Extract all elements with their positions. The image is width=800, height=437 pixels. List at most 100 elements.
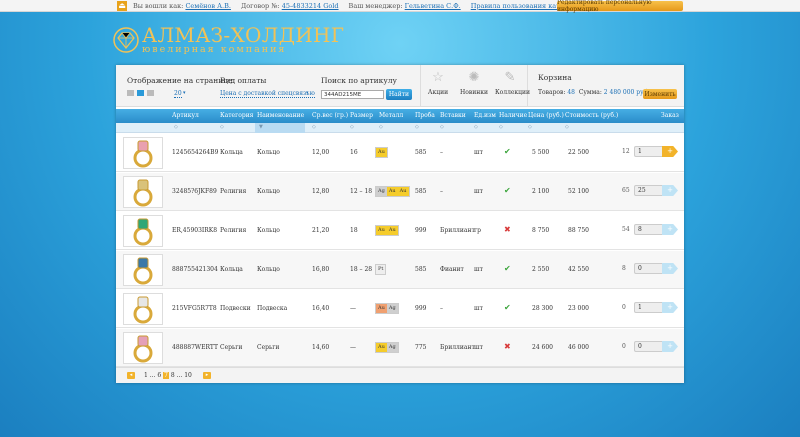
sort-icon[interactable]: ◇	[312, 124, 316, 130]
brand-logo[interactable]: АЛМАЗ-ХОЛДИНГ ювелирная компания	[113, 25, 344, 55]
add-to-cart-icon[interactable]: +	[662, 224, 678, 235]
sort-icon[interactable]: ◇	[440, 124, 444, 130]
order-stepper[interactable]: 12 1 +	[622, 146, 678, 157]
col-article[interactable]: Артикул	[172, 112, 199, 119]
col-unit[interactable]: Ед.изм	[474, 112, 496, 119]
cell-cost: 22 500	[568, 149, 589, 156]
sort-icon[interactable]: ◇	[174, 124, 178, 130]
sort-icon[interactable]: ◇	[379, 124, 383, 130]
cell-cost: 23 000	[568, 305, 589, 312]
order-quantity-input[interactable]: 1	[634, 146, 662, 157]
sort-icon[interactable]: ◇	[415, 124, 419, 130]
manager-link[interactable]: Гельветина С.Ф.	[405, 2, 461, 10]
order-stepper[interactable]: 65 25 +	[622, 185, 678, 196]
page-links[interactable]: 1 ... 6 7 8 ... 10	[144, 372, 192, 379]
order-quantity-input[interactable]: 1	[634, 302, 662, 313]
table-view-icon[interactable]	[137, 90, 144, 96]
cell-probe: 999	[415, 227, 427, 234]
page-list-rest[interactable]: 8 ... 10	[171, 372, 192, 379]
search-button[interactable]: Найти	[386, 89, 412, 100]
product-thumbnail[interactable]	[123, 176, 163, 208]
table-row[interactable]: 888755421304 Кольца Кольцо 16,80 18 – 28 585 Ф…	[116, 251, 684, 289]
col-size[interactable]: Размер	[350, 112, 373, 119]
col-stock[interactable]: Наличие	[499, 112, 527, 119]
chevron-down-icon[interactable]: ▾	[306, 90, 309, 96]
product-thumbnail[interactable]	[123, 137, 163, 169]
diamond-logo-icon	[113, 27, 139, 53]
sort-icon[interactable]: ◇	[528, 124, 532, 130]
exit-icon[interactable]: ⏏	[117, 0, 127, 11]
col-name[interactable]: Наименование	[257, 112, 304, 119]
table-row[interactable]: ER,45903IRK8 Религия Кольцо 21,20 18 999 Брилл…	[116, 212, 684, 250]
page-list[interactable]: 1 ... 6	[144, 372, 161, 379]
order-stepper[interactable]: 54 8 +	[622, 224, 678, 235]
cell-weight: 14,60	[312, 344, 330, 351]
per-page-label: Отображение на странице	[127, 76, 233, 85]
order-stepper[interactable]: 0 1 +	[622, 302, 678, 313]
add-to-cart-icon[interactable]: +	[662, 341, 678, 352]
sort-icon[interactable]: ◇	[350, 124, 354, 130]
col-price[interactable]: Цена (руб.)	[528, 112, 564, 119]
order-quantity-input[interactable]: 0	[634, 263, 662, 274]
cell-price: 24 600	[532, 344, 553, 351]
col-cost[interactable]: Стоимость (руб.)	[565, 112, 618, 119]
next-page-icon[interactable]: ▸	[203, 372, 211, 379]
order-quantity-input[interactable]: 8	[634, 224, 662, 235]
add-to-cart-icon[interactable]: +	[662, 302, 678, 313]
article-search-input[interactable]: 344AD215ME	[321, 90, 384, 99]
product-thumbnail[interactable]	[123, 215, 163, 247]
change-basket-button[interactable]: Изменить	[643, 89, 677, 99]
chevron-down-icon[interactable]: ▾	[183, 90, 186, 96]
grid-view-icon[interactable]	[147, 90, 154, 96]
cell-price: 8 750	[532, 227, 550, 234]
col-weight[interactable]: Ср.вес (гр.)	[312, 112, 348, 119]
cell-price: 28 300	[532, 305, 553, 312]
sort-icon[interactable]: ◇	[220, 124, 224, 130]
edit-profile-button[interactable]: Редактировать персональную информацию	[557, 0, 683, 13]
new-tool[interactable]: ✺ Новинки	[459, 71, 489, 97]
table-row[interactable]: 215VFG5R7T8 Подвески Подвеска 16,40 — 999 – шт 2…	[116, 290, 684, 328]
cell-probe: 585	[415, 188, 427, 195]
add-to-cart-icon[interactable]: +	[662, 146, 678, 157]
sort-icon[interactable]: ◇	[474, 124, 478, 130]
promo-tool[interactable]: ☆ Акции	[423, 71, 453, 97]
cell-article: 1245654264В9	[172, 149, 219, 156]
list-view-icon[interactable]	[127, 90, 134, 96]
col-probe[interactable]: Проба	[415, 112, 435, 119]
metal-badge: Ag	[386, 343, 398, 352]
cell-weight: 16,80	[312, 266, 330, 273]
col-inserts[interactable]: Вставки	[440, 112, 466, 119]
metal-badges: Au	[375, 147, 388, 158]
add-to-cart-icon[interactable]: +	[662, 185, 678, 196]
col-order[interactable]: Заказ	[661, 112, 679, 119]
order-stepper[interactable]: 0 0 +	[622, 341, 678, 352]
order-quantity-input[interactable]: 0	[634, 341, 662, 352]
user-link[interactable]: Семёнов А.В.	[185, 2, 231, 10]
table-row[interactable]: 1245654264В9 Кольца Кольцо 12,00 16 585 – шт 5 5…	[116, 134, 684, 172]
collections-tool[interactable]: ✎ Коллекции	[495, 71, 530, 97]
payment-select[interactable]: Цена с доставкой спецсвязью	[220, 90, 315, 98]
current-page[interactable]: 7	[163, 372, 169, 379]
product-thumbnail[interactable]	[123, 332, 163, 364]
cell-article: ER,45903IRK8	[172, 227, 218, 234]
product-thumbnail[interactable]	[123, 293, 163, 325]
col-category[interactable]: Категория	[220, 112, 253, 119]
add-to-cart-icon[interactable]: +	[662, 263, 678, 274]
order-stepper[interactable]: 8 0 +	[622, 263, 678, 274]
contract-link[interactable]: 45-4833214 Gold	[282, 2, 339, 10]
prev-page-icon[interactable]: ◂	[127, 372, 135, 379]
per-page-select[interactable]: 20	[174, 90, 182, 98]
sort-icon[interactable]: ◇	[499, 124, 503, 130]
product-thumbnail[interactable]	[123, 254, 163, 286]
cell-category: Серьги	[220, 344, 243, 351]
pagination: ◂ 1 ... 6 7 8 ... 10 ▸	[116, 367, 684, 383]
table-row[interactable]: 488887WERTT Серьги Серьги 14,60—775 Бриллиан…	[116, 329, 684, 367]
table-row[interactable]: 32485?6JKF89 Религия Кольцо 12,80 12 – 18 585…	[116, 173, 684, 211]
filter-tools: ☆ Акции ✺ Новинки ✎ Коллекции	[420, 65, 530, 107]
sort-icon[interactable]: ◇	[565, 124, 569, 130]
sort-icon[interactable]: ▼	[259, 124, 263, 130]
order-quantity-input[interactable]: 25	[634, 185, 662, 196]
contract-label: Договор №:	[240, 1, 280, 10]
col-metal[interactable]: Металл	[379, 112, 403, 119]
metal-badges: Au Au	[375, 225, 399, 236]
